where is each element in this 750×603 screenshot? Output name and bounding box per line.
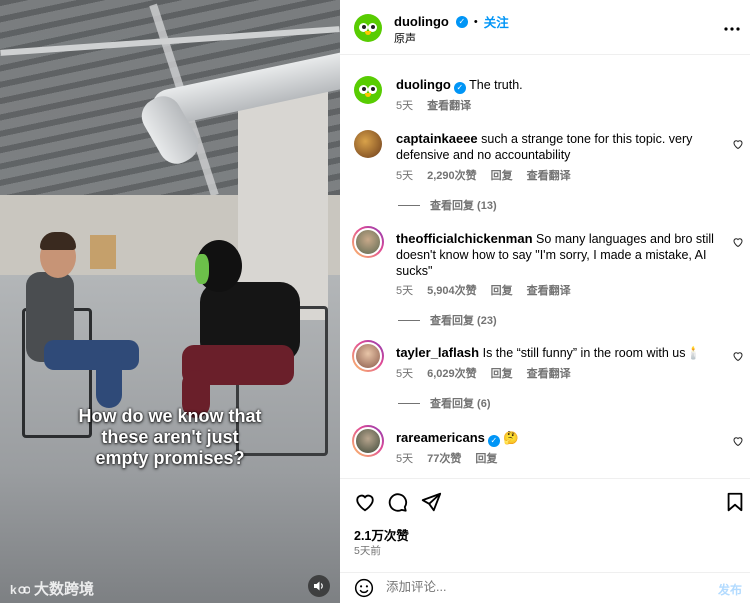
see-translation-link[interactable]: 查看翻译: [427, 97, 471, 113]
watermark: k 大数跨境: [10, 578, 94, 599]
comment-likes[interactable]: 2,290次赞: [427, 167, 477, 183]
green-mask: [195, 254, 209, 284]
posted-time: 5天前: [354, 545, 381, 557]
view-replies-label: 查看回复 (23): [430, 315, 497, 327]
header-line: duolingo ✓ • 关注: [394, 12, 509, 31]
watermark-logo-icon: k: [10, 583, 30, 596]
user-avatar[interactable]: [352, 226, 384, 258]
comment-likes[interactable]: 77次赞: [427, 450, 461, 466]
comment-username[interactable]: rareamericans: [396, 430, 485, 445]
replies-dash: [398, 402, 420, 404]
share-send-icon[interactable]: [420, 491, 442, 513]
caption-text-line: duolingo ✓ The truth.: [396, 77, 726, 94]
subtitle-line: these aren't just: [101, 427, 239, 447]
owl-beak: [365, 31, 371, 35]
comment-text-block: theofficialchickenman So many languages …: [396, 231, 726, 279]
comment-meta: 5天 2,290次赞 回复 查看翻译: [396, 167, 571, 183]
video-player[interactable]: How do we know that these aren't just em…: [0, 0, 340, 603]
caption-author[interactable]: duolingo: [396, 77, 451, 92]
caption-meta: 5天 查看翻译: [396, 97, 471, 113]
view-replies-button[interactable]: 查看回复 (6): [398, 395, 491, 411]
svg-text:k: k: [10, 583, 17, 596]
author-username[interactable]: duolingo: [394, 14, 449, 29]
comment-text-block: captainkaeee such a strange tone for thi…: [396, 131, 726, 163]
comment-meta: 5天 6,029次赞 回复 查看翻译: [396, 365, 571, 381]
follow-button[interactable]: 关注: [484, 12, 509, 31]
see-translation-link[interactable]: 查看翻译: [527, 167, 571, 183]
like-comment-heart-icon[interactable]: [732, 138, 744, 150]
see-translation-link[interactable]: 查看翻译: [527, 365, 571, 381]
speaker-icon: [314, 581, 323, 591]
view-replies-button[interactable]: 查看回复 (13): [398, 197, 497, 213]
see-translation-link[interactable]: 查看翻译: [527, 282, 571, 298]
view-replies-label: 查看回复 (13): [430, 200, 497, 212]
post-comment-button[interactable]: 发布: [718, 581, 742, 598]
caption-text: The truth.: [469, 78, 523, 92]
avatar-image: [354, 228, 382, 256]
likes-count[interactable]: 2.1万次赞: [354, 525, 409, 544]
duolingo-avatar[interactable]: [354, 14, 382, 42]
reply-button[interactable]: 回复: [491, 167, 513, 183]
comment-bubble-icon[interactable]: [386, 491, 408, 513]
verified-badge-icon: ✓: [453, 82, 466, 94]
replies-dash: [398, 204, 420, 206]
user-avatar[interactable]: [354, 130, 382, 158]
comment-time: 5天: [396, 285, 414, 297]
comment-text-block: rareamericans ✓ 🤔: [396, 430, 726, 447]
comment-text: 🤔: [503, 431, 519, 445]
post-header: duolingo ✓ • 关注 原声: [340, 0, 750, 55]
replies-dash: [398, 319, 420, 321]
comment-time: 5天: [396, 170, 414, 182]
subtitle-line: empty promises?: [95, 448, 245, 468]
comment-username[interactable]: captainkaeee: [396, 131, 478, 146]
door: [90, 235, 116, 269]
comment-text: Is the “still funny” in the room with us…: [482, 346, 702, 360]
caption-time: 5天: [396, 100, 414, 112]
comment-meta: 5天 5,904次赞 回复 查看翻译: [396, 282, 571, 298]
comment-time: 5天: [396, 368, 414, 380]
view-replies-label: 查看回复 (6): [430, 398, 491, 410]
watermark-text: 大数跨境: [34, 581, 95, 598]
action-bar: 2.1万次赞 5天前: [340, 478, 750, 572]
avatar-image: [354, 342, 382, 370]
more-options-button[interactable]: [724, 18, 740, 36]
comment-meta: 5天 77次赞 回复: [396, 450, 497, 466]
like-comment-heart-icon[interactable]: [732, 236, 744, 248]
comment-input[interactable]: [386, 580, 706, 594]
comment-time: 5天: [396, 453, 414, 465]
post-panel: duolingo ✓ • 关注 原声 duolingo ✓ The truth. …: [340, 0, 750, 603]
view-replies-button[interactable]: 查看回复 (23): [398, 312, 497, 328]
bookmark-save-icon[interactable]: [724, 491, 746, 513]
reply-button[interactable]: 回复: [491, 282, 513, 298]
verified-badge-icon: ✓: [487, 435, 500, 447]
comment-text-block: tayler_laflash Is the “still funny” in t…: [396, 345, 726, 361]
user-avatar[interactable]: [352, 425, 384, 457]
reply-button[interactable]: 回复: [475, 450, 497, 466]
avatar-image: [354, 427, 382, 455]
like-comment-heart-icon[interactable]: [732, 350, 744, 362]
more-horizontal-icon: [724, 27, 740, 31]
comment-username[interactable]: theofficialchickenman: [396, 231, 533, 246]
like-heart-icon[interactable]: [354, 491, 376, 513]
comment-likes[interactable]: 6,029次赞: [427, 365, 477, 381]
comment-username[interactable]: tayler_laflash: [396, 345, 479, 360]
duolingo-avatar[interactable]: [354, 76, 382, 104]
man-legs: [44, 340, 139, 370]
man-shins: [96, 350, 122, 408]
like-comment-heart-icon[interactable]: [732, 435, 744, 447]
audio-label[interactable]: 原声: [394, 30, 416, 46]
volume-button[interactable]: [308, 575, 330, 597]
emoji-smiley-icon[interactable]: [354, 578, 374, 598]
reply-button[interactable]: 回复: [491, 365, 513, 381]
subtitle-line: How do we know that: [78, 406, 262, 426]
add-comment-bar: 发布: [340, 572, 750, 603]
separator-dot: •: [473, 15, 478, 28]
user-avatar[interactable]: [352, 340, 384, 372]
comment-likes[interactable]: 5,904次赞: [427, 282, 477, 298]
video-subtitle: How do we know that these aren't just em…: [0, 406, 340, 469]
verified-badge-icon: ✓: [455, 15, 468, 28]
man-hair: [40, 232, 76, 250]
